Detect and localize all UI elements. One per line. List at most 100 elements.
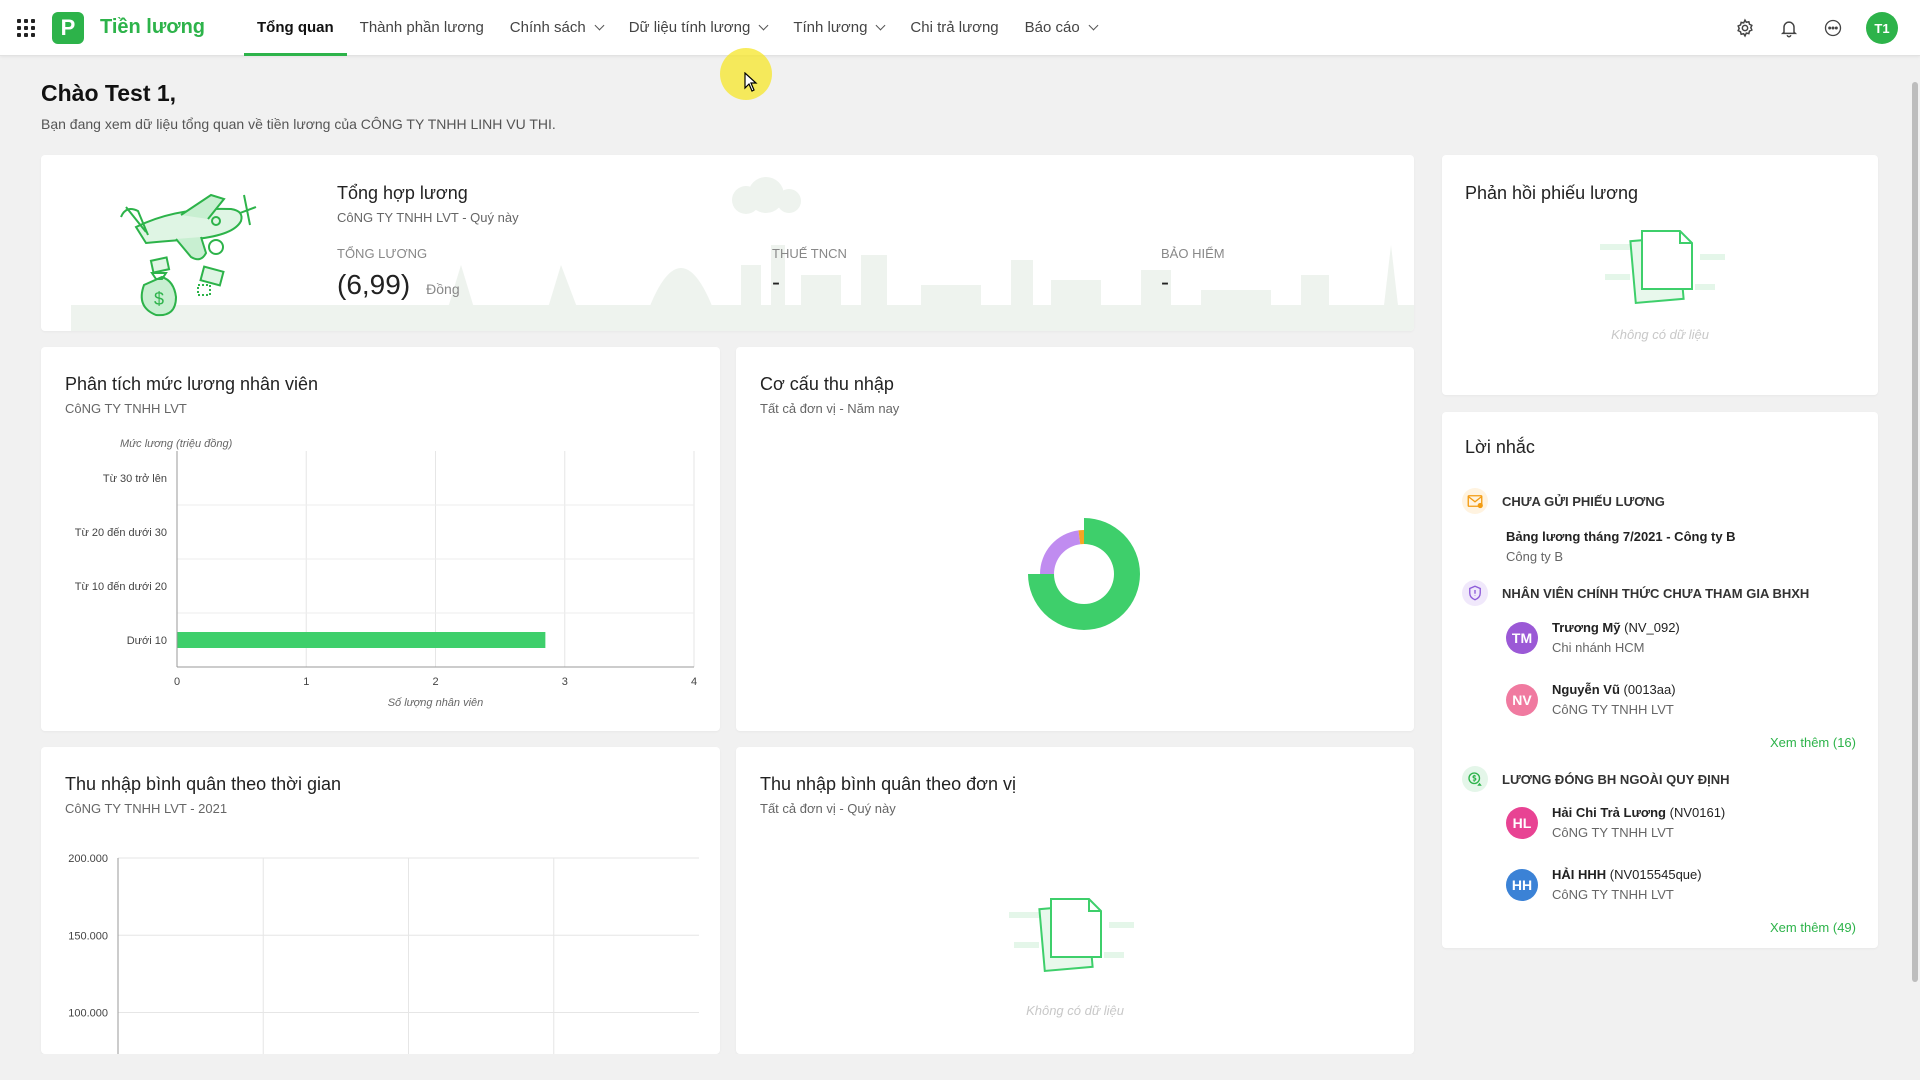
total-salary-unit: Đồng xyxy=(426,281,460,297)
employee-org: Chi nhánh HCM xyxy=(1552,640,1645,655)
top-right-actions: T1 xyxy=(1734,0,1898,56)
payslip-name: Bảng lương tháng 7/2021 - Công ty B xyxy=(1506,529,1736,544)
main-nav: Tổng quan Thành phần lương Chính sách Dữ… xyxy=(244,0,1110,56)
page-subtitle: Bạn đang xem dữ liệu tổng quan về tiền l… xyxy=(41,116,556,132)
x-tick-label: 1 xyxy=(303,676,309,688)
avatar: NV xyxy=(1506,683,1538,716)
nav-item-payment[interactable]: Chi trả lương xyxy=(897,0,1011,56)
payslip-org: Công ty B xyxy=(1506,549,1564,564)
salary-distribution-bar-chart: Mức lương (triệu đồng) 0 1 2 3 4 Từ 30 trở lên… xyxy=(75,438,697,709)
donut-slice xyxy=(1040,530,1081,574)
employee-name: Nguyễn Vũ xyxy=(1552,682,1620,697)
x-tick-label: 3 xyxy=(562,676,568,688)
reminder-group-no-social-insurance[interactable]: NHÂN VIÊN CHÍNH THỨC CHƯA THAM GIA BHXH xyxy=(1462,580,1809,606)
page-scrollbar[interactable] xyxy=(1912,82,1918,982)
airplane-money-illustration: $ xyxy=(120,193,257,317)
y-tick-label: Dưới 10 xyxy=(127,635,167,647)
page-bottom xyxy=(0,1054,1920,1080)
insurance-label: BẢO HIỂM xyxy=(1161,246,1225,261)
mouse-cursor-icon xyxy=(744,72,758,92)
employee-item[interactable]: HH HẢI HHH (NV015545que) CôNG TY TNHH LV… xyxy=(1506,867,1702,902)
user-avatar[interactable]: T1 xyxy=(1866,12,1898,44)
y-tick-label: Từ 20 đến dưới 30 xyxy=(75,527,167,539)
employee-name: Trương Mỹ xyxy=(1552,620,1621,635)
mail-warning-icon xyxy=(1462,488,1488,514)
svg-text:$: $ xyxy=(154,289,164,309)
reminders-title: Lời nhắc xyxy=(1465,437,1535,457)
employee-code: (0013aa) xyxy=(1623,682,1676,697)
reminder-group-label: NHÂN VIÊN CHÍNH THỨC CHƯA THAM GIA BHXH xyxy=(1502,585,1810,601)
summary-title: Tổng hợp lương xyxy=(337,183,468,203)
nav-item-overview[interactable]: Tổng quan xyxy=(244,0,347,56)
x-axis-title: Số lượng nhân viên xyxy=(388,697,484,709)
shield-alert-icon xyxy=(1462,580,1488,606)
employee-code: (NV015545que) xyxy=(1609,867,1702,882)
unsent-payslip-item[interactable]: Bảng lương tháng 7/2021 - Công ty B Công… xyxy=(1506,529,1736,564)
see-more-link[interactable]: Xem thêm (16) xyxy=(1770,735,1856,750)
money-alert-icon xyxy=(1462,766,1488,792)
insurance-value: - xyxy=(1161,269,1169,296)
reminders-card: Lời nhắc CHƯA GỬI PHIẾU LƯƠNG Bảng lương… xyxy=(1442,412,1878,948)
avg-unit-empty-text: Không có dữ liệu xyxy=(1026,1003,1124,1018)
total-salary-label: TỔNG LƯƠNG xyxy=(337,246,428,261)
reminder-group-insurance-outside-rule[interactable]: LƯƠNG ĐÓNG BH NGOÀI QUY ĐỊNH xyxy=(1462,766,1729,792)
nav-item-policy[interactable]: Chính sách xyxy=(497,0,616,56)
nav-item-payroll-data[interactable]: Dữ liệu tính lương xyxy=(616,0,781,56)
avg-unit-subtitle: Tất cả đơn vị - Quý này xyxy=(760,801,896,816)
employee-item[interactable]: HL Hải Chi Trả Lương (NV0161) CôNG TY TN… xyxy=(1506,805,1725,840)
employee-org: CôNG TY TNHH LVT xyxy=(1552,702,1674,717)
avg-unit-title: Thu nhập bình quân theo đơn vị xyxy=(760,774,1016,794)
gear-icon[interactable] xyxy=(1734,17,1756,39)
chevron-down-icon xyxy=(1088,20,1099,31)
avatar: TM xyxy=(1506,621,1538,654)
y-tick-label: 150.000 xyxy=(68,930,108,942)
income-structure-donut-chart xyxy=(1028,518,1140,630)
more-options-icon[interactable] xyxy=(1822,17,1844,39)
chevron-down-icon xyxy=(594,20,605,31)
avatar: HL xyxy=(1506,806,1538,839)
reminder-group-unsent-payslip[interactable]: CHƯA GỬI PHIẾU LƯƠNG xyxy=(1462,488,1665,514)
salary-analysis-card: Phân tích mức lương nhân viên CôNG TY TN… xyxy=(41,347,720,731)
nav-item-salary-components[interactable]: Thành phần lương xyxy=(347,0,497,56)
chevron-down-icon xyxy=(875,20,886,31)
empty-document-icon xyxy=(1009,898,1134,973)
employee-code: (NV_092) xyxy=(1624,620,1680,635)
employee-item[interactable]: TM Trương Mỹ (NV_092) Chi nhánh HCM xyxy=(1506,620,1680,655)
chevron-down-icon xyxy=(758,20,769,31)
pit-label: THUẾ TNCN xyxy=(772,246,847,261)
reminder-group-label: CHƯA GỬI PHIẾU LƯƠNG xyxy=(1502,493,1665,509)
y-tick-label: Từ 10 đến dưới 20 xyxy=(75,581,167,593)
bar xyxy=(177,632,546,648)
feedback-title: Phản hồi phiếu lương xyxy=(1465,183,1638,203)
nav-item-reports[interactable]: Báo cáo xyxy=(1012,0,1110,56)
feedback-empty-text: Không có dữ liệu xyxy=(1611,327,1709,342)
avg-income-time-card: Thu nhập bình quân theo thời gian CôNG T… xyxy=(41,747,720,1054)
employee-org: CôNG TY TNHH LVT xyxy=(1552,825,1674,840)
summary-subtitle: CôNG TY TNHH LVT - Quý này xyxy=(337,210,519,225)
app-logo[interactable]: P xyxy=(52,11,84,44)
employee-org: CôNG TY TNHH LVT xyxy=(1552,887,1674,902)
salary-summary-card: $ Tổng hợp lương CôNG TY TNHH LVT - Quý … xyxy=(41,155,1414,331)
x-tick-label: 4 xyxy=(691,676,697,688)
empty-document-icon xyxy=(1600,230,1725,305)
employee-code: (NV0161) xyxy=(1669,805,1726,820)
x-tick-label: 2 xyxy=(432,676,438,688)
pit-value: - xyxy=(772,269,780,296)
avatar: HH xyxy=(1506,868,1538,901)
see-more-link[interactable]: Xem thêm (49) xyxy=(1770,920,1856,935)
payslip-feedback-card: Phản hồi phiếu lương Không có dữ liệu xyxy=(1442,155,1878,395)
page-title: Chào Test 1, xyxy=(41,80,177,106)
reminder-group-label: LƯƠNG ĐÓNG BH NGOÀI QUY ĐỊNH xyxy=(1502,771,1730,787)
employee-item[interactable]: NV Nguyễn Vũ (0013aa) CôNG TY TNHH LVT xyxy=(1506,682,1676,717)
app-launcher-icon[interactable] xyxy=(17,18,35,37)
income-structure-card: Cơ cấu thu nhập Tất cả đơn vị - Năm nay xyxy=(736,347,1414,731)
y-tick-label: 100.000 xyxy=(68,1008,108,1020)
y-tick-label: Từ 30 trở lên xyxy=(103,473,167,485)
avg-income-line-chart: 200.000150.000100.00050.000 xyxy=(68,853,699,1054)
employee-name: HẢI HHH xyxy=(1552,867,1607,882)
app-title[interactable]: Tiền lương xyxy=(100,16,205,39)
nav-item-calculate[interactable]: Tính lương xyxy=(780,0,897,56)
top-navigation-bar: P Tiền lương Tổng quan Thành phần lương … xyxy=(0,0,1920,56)
bell-icon[interactable] xyxy=(1778,17,1800,39)
total-salary-value: (6,99) xyxy=(337,269,411,300)
